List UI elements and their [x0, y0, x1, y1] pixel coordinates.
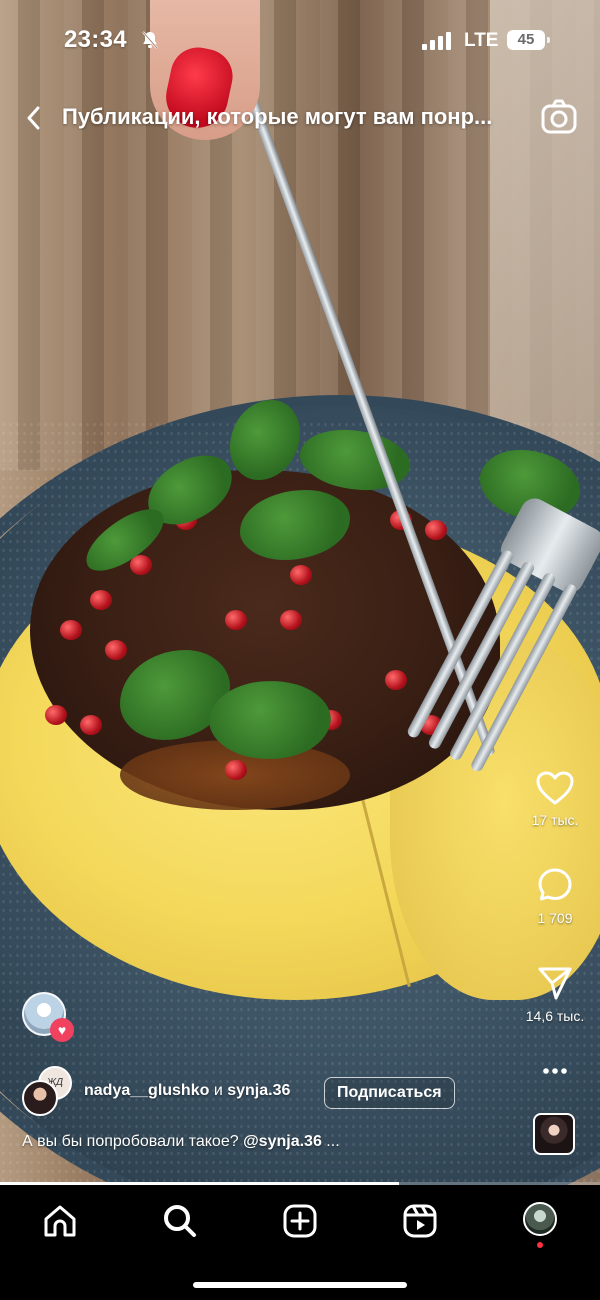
comment-count: 1 709	[537, 910, 573, 926]
status-time: 23:34	[64, 26, 127, 53]
pomegranate-seed	[385, 670, 407, 690]
pomegranate-seed	[225, 610, 247, 630]
pomegranate-seed	[60, 620, 82, 640]
status-bar: 23:34 LTE 45	[0, 0, 600, 80]
home-indicator	[193, 1282, 407, 1288]
home-icon[interactable]	[40, 1201, 80, 1241]
like-action[interactable]: 17 тыс.	[510, 770, 600, 828]
caption-more[interactable]: ...	[326, 1133, 339, 1150]
post-caption[interactable]: А вы бы попробовали такое? @synja.36 ...	[22, 1133, 502, 1151]
battery-cap	[547, 37, 550, 43]
author-avatar[interactable]	[22, 1080, 58, 1116]
fork-tine	[469, 582, 579, 774]
more-icon[interactable]	[534, 1060, 576, 1082]
search-icon[interactable]	[160, 1201, 200, 1241]
comment-icon[interactable]	[536, 866, 574, 904]
chevron-left-icon[interactable]	[18, 98, 52, 138]
reels-icon[interactable]	[400, 1201, 440, 1241]
create-icon[interactable]	[280, 1201, 320, 1241]
coauthor-name[interactable]: synja.36	[227, 1082, 290, 1099]
caption-text: А вы бы попробовали такое?	[22, 1133, 239, 1150]
pomegranate-seed	[45, 705, 67, 725]
camera-icon[interactable]	[538, 96, 580, 138]
caption-mention[interactable]: @synja.36	[243, 1133, 322, 1150]
audio-thumbnail[interactable]	[533, 1113, 575, 1155]
pomegranate-seed	[425, 520, 447, 540]
heart-badge-icon: ♥	[50, 1018, 74, 1042]
pomegranate-seed	[290, 565, 312, 585]
comment-action[interactable]: 1 709	[510, 866, 600, 926]
post-authors[interactable]: nadya__glushko и synja.36	[84, 1082, 290, 1100]
heart-icon[interactable]	[535, 770, 575, 806]
share-action[interactable]: 14,6 тыс.	[510, 964, 600, 1024]
pomegranate-seed	[80, 715, 102, 735]
authors-conjunction: и	[213, 1082, 223, 1099]
bell-slash-icon	[142, 31, 158, 49]
profile-avatar[interactable]	[523, 1202, 557, 1236]
pomegranate-seed	[225, 760, 247, 780]
author-name[interactable]: nadya__glushko	[84, 1082, 209, 1099]
network-type: LTE	[464, 30, 499, 51]
like-count: 17 тыс.	[531, 812, 579, 828]
pomegranate-seed	[105, 640, 127, 660]
top-header: Публикации, которые могут вам понр...	[0, 90, 600, 146]
page-title: Публикации, которые могут вам понр...	[62, 104, 493, 129]
follow-button[interactable]: Подписаться	[324, 1077, 455, 1109]
signal-icon	[422, 32, 454, 50]
notification-dot	[537, 1242, 543, 1248]
pomegranate-seed	[90, 590, 112, 610]
share-count: 14,6 тыс.	[525, 1008, 585, 1024]
pomegranate-seed	[280, 610, 302, 630]
send-icon[interactable]	[536, 964, 574, 1002]
battery-icon: 45	[507, 30, 545, 50]
